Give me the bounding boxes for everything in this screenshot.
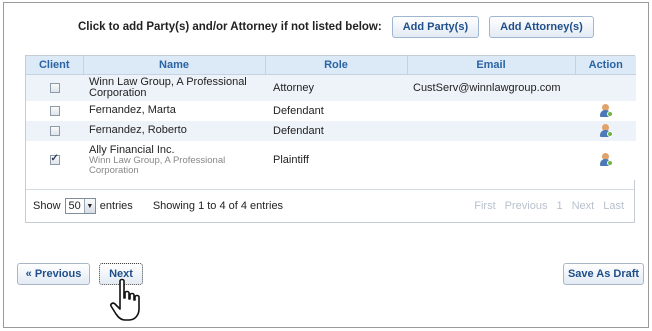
entries-info: Showing 1 to 4 of 4 entries: [152, 200, 284, 212]
table-row: Fernandez, Roberto Defendant: [26, 120, 636, 141]
table-row: Winn Law Group, A Professional Corporati…: [26, 74, 636, 101]
pager-page[interactable]: 1: [556, 200, 562, 212]
party-name: Ally Financial Inc.: [89, 143, 175, 156]
parties-grid: Client Name Role Email Action Winn Law G…: [25, 55, 636, 223]
party-email: CustServ@winnlawgroup.com: [407, 74, 575, 101]
col-email-header[interactable]: Email: [407, 56, 576, 75]
grid-footer: Show 50 ▼ entries Showing 1 to 4 of 4 en…: [26, 189, 634, 222]
add-attorney-button[interactable]: Add Attorney(s): [489, 16, 594, 38]
party-name: Fernandez, Roberto: [89, 124, 187, 136]
table-row: Fernandez, Marta Defendant: [26, 100, 636, 121]
pager-first[interactable]: First: [474, 200, 495, 212]
person-edit-icon[interactable]: [599, 153, 613, 167]
table-header-row: Client Name Role Email Action: [26, 56, 636, 75]
pager-last[interactable]: Last: [603, 200, 624, 212]
person-edit-icon[interactable]: [599, 103, 613, 118]
party-role: Attorney: [265, 74, 407, 101]
previous-button[interactable]: « Previous: [17, 263, 90, 285]
party-role: Plaintiff: [265, 140, 407, 180]
save-draft-button[interactable]: Save As Draft: [563, 263, 644, 285]
pagination: First Previous 1 Next Last: [474, 200, 624, 212]
client-checkbox[interactable]: [49, 82, 60, 93]
party-email: [407, 100, 575, 121]
party-role: Defendant: [265, 100, 407, 121]
pager-next[interactable]: Next: [572, 200, 595, 212]
party-role: Defendant: [265, 120, 407, 141]
chevron-down-icon: ▼: [83, 199, 95, 213]
next-button[interactable]: Next: [99, 263, 143, 285]
col-role-header[interactable]: Role: [265, 56, 408, 75]
client-checkbox[interactable]: [49, 153, 60, 166]
pager-previous[interactable]: Previous: [505, 200, 548, 212]
party-name: Winn Law Group, A Professional Corporati…: [89, 75, 247, 99]
entries-label: entries: [99, 200, 133, 212]
client-checkbox[interactable]: [49, 105, 60, 116]
show-label: Show: [33, 200, 61, 212]
party-name: Fernandez, Marta: [89, 104, 176, 116]
add-prompt: Click to add Party(s) and/or Attorney if…: [78, 21, 382, 33]
party-email: [407, 120, 575, 141]
party-email: [407, 140, 575, 180]
party-attorney: Winn Law Group, A Professional Corporati…: [89, 154, 226, 176]
col-client-header[interactable]: Client: [26, 56, 84, 75]
col-action-header: Action: [575, 56, 636, 75]
client-checkbox[interactable]: [49, 125, 60, 136]
add-party-bar: Click to add Party(s) and/or Attorney if…: [78, 16, 594, 38]
table-row: Ally Financial Inc. Winn Law Group, A Pr…: [26, 140, 636, 180]
party-panel: Click to add Party(s) and/or Attorney if…: [3, 2, 649, 328]
parties-table: Client Name Role Email Action Winn Law G…: [26, 56, 636, 180]
col-name-header[interactable]: Name: [83, 56, 266, 75]
add-party-button[interactable]: Add Party(s): [391, 16, 480, 38]
page-size-select[interactable]: 50 ▼: [64, 198, 96, 214]
person-edit-icon[interactable]: [599, 123, 613, 138]
